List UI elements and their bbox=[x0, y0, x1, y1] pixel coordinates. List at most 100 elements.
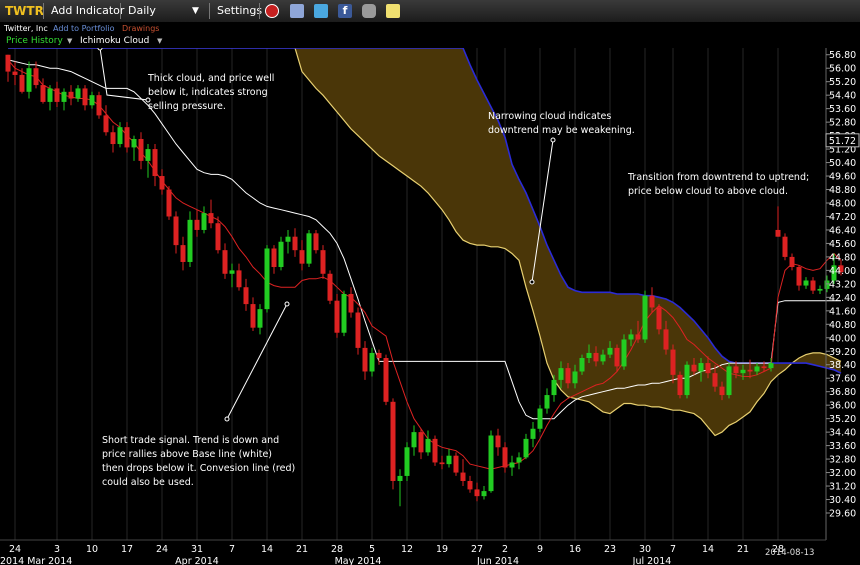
candle-body bbox=[306, 233, 312, 264]
candle-body bbox=[285, 236, 291, 242]
candle-body bbox=[712, 373, 718, 387]
candle-body bbox=[544, 395, 550, 409]
candle-body bbox=[362, 347, 368, 372]
symbol-label[interactable]: TWTR bbox=[5, 3, 44, 19]
candle-body bbox=[341, 293, 347, 333]
candle-body bbox=[201, 213, 207, 230]
last-price-badge: 51.72 bbox=[825, 133, 860, 148]
candle-body bbox=[817, 288, 823, 291]
candle-body bbox=[222, 250, 228, 274]
candle-body bbox=[789, 256, 795, 268]
candle-body bbox=[649, 295, 655, 308]
price-tick-label: 39.20 bbox=[829, 347, 856, 358]
candle-body bbox=[369, 352, 375, 372]
candle-body bbox=[173, 216, 179, 246]
candle-body bbox=[334, 300, 340, 333]
candle bbox=[488, 430, 494, 493]
candle-body bbox=[656, 307, 662, 330]
candle-body bbox=[96, 95, 102, 116]
chevron-down-icon[interactable]: ▼ bbox=[192, 3, 199, 19]
annotation-line: downtrend may be weakening. bbox=[488, 125, 635, 136]
drawings-link[interactable]: Drawings bbox=[122, 23, 159, 35]
ichimoku-toggle[interactable]: Ichimoku Cloud bbox=[80, 35, 149, 48]
candle-body bbox=[586, 352, 592, 358]
candle-body bbox=[5, 54, 11, 72]
day-tick-label: 21 bbox=[296, 544, 308, 555]
candle-body bbox=[75, 88, 81, 99]
annotation-line: Narrowing cloud indicates bbox=[488, 111, 611, 122]
twitter-icon[interactable] bbox=[314, 4, 328, 18]
candle bbox=[320, 245, 326, 279]
candle-body bbox=[684, 364, 690, 396]
day-tick-label: 14 bbox=[261, 544, 273, 555]
candle bbox=[278, 236, 284, 271]
candle-body bbox=[187, 219, 193, 262]
candle bbox=[96, 91, 102, 119]
candle-body bbox=[320, 250, 326, 274]
candle bbox=[782, 233, 788, 261]
chevron-down-icon[interactable]: ▼ bbox=[157, 35, 162, 48]
divider bbox=[43, 3, 44, 19]
camera-icon[interactable] bbox=[362, 4, 376, 18]
candle bbox=[726, 363, 732, 399]
candle-body bbox=[68, 91, 74, 99]
candle-body bbox=[740, 369, 746, 374]
annotation-line: Thick cloud, and price well bbox=[147, 73, 274, 84]
callout-dot bbox=[550, 137, 556, 143]
month-tick-label: Jun 2014 bbox=[476, 556, 519, 565]
candle-body bbox=[47, 88, 53, 102]
candle-body bbox=[243, 287, 249, 305]
period-select[interactable]: Daily bbox=[128, 3, 156, 19]
candle-body bbox=[572, 371, 578, 384]
facebook-icon[interactable]: f bbox=[338, 4, 352, 18]
candle bbox=[390, 398, 396, 490]
candle bbox=[264, 245, 270, 313]
price-tick-label: 40.00 bbox=[829, 333, 856, 344]
candle-body bbox=[747, 369, 753, 372]
candle-body bbox=[775, 229, 781, 237]
price-tick-label: 45.60 bbox=[829, 239, 856, 250]
candle-body bbox=[229, 270, 235, 274]
company-name: Twitter, Inc bbox=[4, 24, 48, 33]
candle-body bbox=[271, 248, 277, 268]
candle-body bbox=[691, 364, 697, 372]
price-history-toggle[interactable]: Price History bbox=[6, 35, 63, 48]
day-tick-label: 7 bbox=[229, 544, 235, 555]
candle-body bbox=[558, 368, 564, 380]
price-tick-label: 40.80 bbox=[829, 320, 856, 331]
candle-body bbox=[726, 366, 732, 396]
candle-body bbox=[131, 138, 137, 148]
price-tick-label: 48.80 bbox=[829, 185, 856, 196]
day-tick-label: 5 bbox=[369, 544, 375, 555]
day-tick-label: 16 bbox=[569, 544, 581, 555]
last-price-label: 51.72 bbox=[829, 136, 856, 147]
candle-body bbox=[432, 438, 438, 463]
price-tick-label: 48.00 bbox=[829, 199, 856, 210]
candle-body bbox=[411, 432, 417, 448]
candle-body bbox=[264, 248, 270, 310]
price-tick-label: 52.80 bbox=[829, 118, 856, 129]
note-icon[interactable] bbox=[386, 4, 400, 18]
price-tick-label: 44.80 bbox=[829, 252, 856, 263]
add-indicator-button[interactable]: Add Indicator bbox=[51, 3, 124, 19]
candle-body bbox=[474, 489, 480, 497]
candle-body bbox=[621, 339, 627, 367]
candle-body bbox=[89, 95, 95, 106]
add-to-portfolio-link[interactable]: Add to Portfolio bbox=[53, 23, 115, 35]
settings-button[interactable]: Settings bbox=[217, 3, 262, 19]
price-tick-label: 29.60 bbox=[829, 509, 856, 520]
book-icon[interactable] bbox=[290, 4, 304, 18]
chevron-down-icon[interactable]: ▼ bbox=[67, 35, 72, 48]
day-tick-label: 28 bbox=[331, 544, 343, 555]
alarm-clock-icon[interactable] bbox=[265, 4, 279, 18]
candle-body bbox=[488, 435, 494, 492]
annotation-line: could also be used. bbox=[102, 477, 194, 488]
price-tick-label: 33.60 bbox=[829, 441, 856, 452]
candle-body bbox=[418, 432, 424, 453]
candle-body bbox=[614, 347, 620, 367]
candle-body bbox=[250, 304, 256, 328]
price-tick-label: 36.80 bbox=[829, 387, 856, 398]
day-tick-label: 10 bbox=[86, 544, 98, 555]
candle-body bbox=[502, 447, 508, 468]
ichimoku-chart[interactable]: 56.8056.0055.2054.4053.6052.8052.0051.20… bbox=[0, 0, 860, 565]
